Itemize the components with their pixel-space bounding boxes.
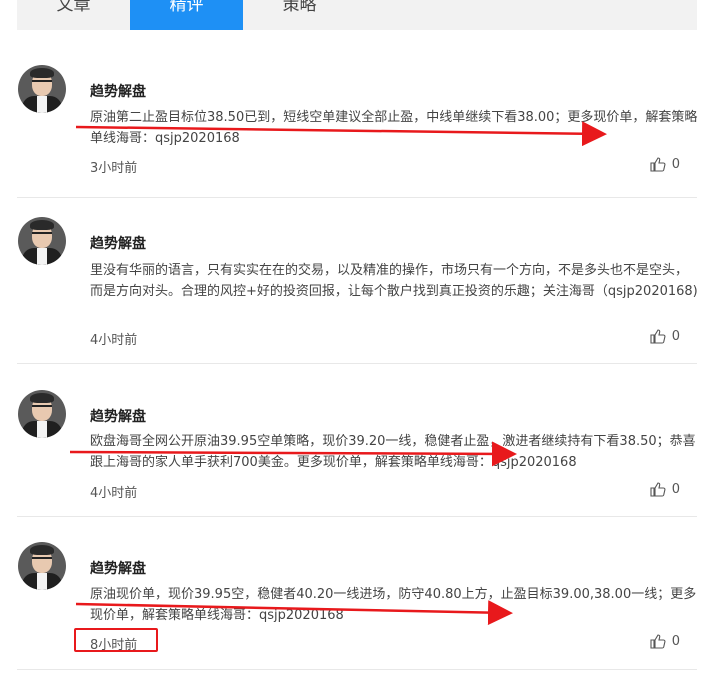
annotation-arrow [75,121,607,147]
annotation-arrow [69,441,517,467]
annotation-highlight-box [74,628,158,652]
annotation-overlay [69,121,607,626]
annotation-arrow [75,600,513,626]
